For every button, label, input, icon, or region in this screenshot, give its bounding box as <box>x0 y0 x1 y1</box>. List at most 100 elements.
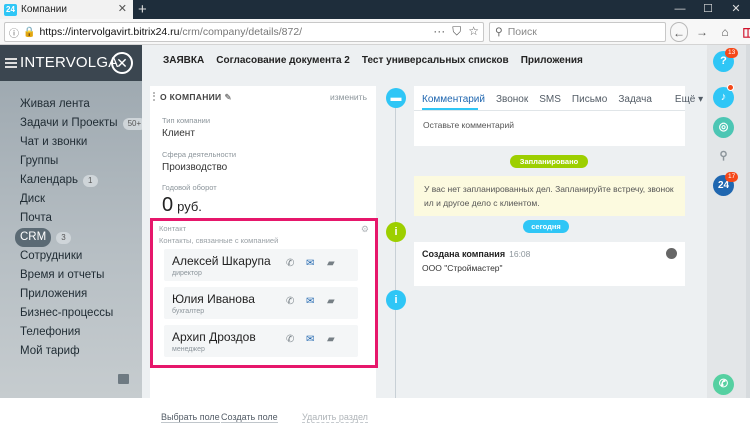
sidebar-item-crm[interactable]: CRM 3 <box>0 228 142 247</box>
tab-email[interactable]: Письмо <box>572 94 607 105</box>
scrollbar[interactable] <box>746 45 750 398</box>
field-value: Производство <box>162 162 228 173</box>
sidebar-item-plan[interactable]: Мой тариф <box>0 342 142 361</box>
tab-task[interactable]: Задача <box>618 94 652 105</box>
create-field-link[interactable]: Создать поле <box>221 412 278 423</box>
brand-logo[interactable]: INTERVOLGA <box>20 54 118 71</box>
tab-doc-approval[interactable]: Согласование документа 2 <box>216 55 350 66</box>
contact-card[interactable]: Алексей Шкарупа директор ✆ ✉ ▰ <box>164 249 358 281</box>
chat-icon[interactable]: ▰ <box>327 334 335 345</box>
sidebar-item-label: Бизнес-процессы <box>20 307 114 319</box>
mail-icon[interactable]: ✉ <box>306 296 314 307</box>
sidebar-item-bizproc[interactable]: Бизнес-процессы <box>0 304 142 323</box>
sidebar-item-label: Календарь <box>20 174 79 186</box>
activity-tabs: Комментарий Звонок SMS Письмо Задача Ещё… <box>422 94 703 105</box>
info-icon: i <box>386 222 406 242</box>
search-icon: ⚲ <box>495 26 503 38</box>
revenue-value: 0 руб. <box>162 194 217 217</box>
section-title: О КОМПАНИИ ✎ <box>160 92 232 103</box>
forward-icon[interactable]: → <box>693 22 711 42</box>
search-field[interactable]: ⚲ Поиск <box>489 22 666 42</box>
mail-icon[interactable]: ✉ <box>306 258 314 269</box>
phone-call-icon[interactable]: ✆ <box>713 374 734 395</box>
home-icon[interactable]: ⌂ <box>716 22 734 42</box>
url-path: /crm/company/details/872/ <box>179 26 303 38</box>
help-counter: 13 <box>725 48 739 58</box>
sidebar-item-apps[interactable]: Приложения <box>0 285 142 304</box>
contact-card[interactable]: Юлия Иванова бухгалтер ✆ ✉ ▰ <box>164 287 358 319</box>
chat-icon[interactable]: ▰ <box>327 258 335 269</box>
close-icon[interactable]: ✕ <box>111 52 133 74</box>
pocket-icon[interactable]: ◫ <box>739 22 750 42</box>
sidebar-item-groups[interactable]: Группы <box>0 152 142 171</box>
comment-input[interactable]: Оставьте комментарий <box>423 120 514 130</box>
pencil-icon[interactable]: ✎ <box>224 92 231 102</box>
close-tab-icon[interactable]: ✕ <box>118 2 127 15</box>
sidebar-item-employees[interactable]: Сотрудники <box>0 247 142 266</box>
more-dots-icon[interactable]: ··· <box>433 24 445 39</box>
messenger-icon[interactable]: ◎ <box>713 117 734 138</box>
phone-icon[interactable]: ✆ <box>286 258 294 269</box>
sidebar-item-label: Сотрудники <box>20 250 83 262</box>
close-window-icon[interactable]: ✕ <box>722 0 750 19</box>
tab-sms[interactable]: SMS <box>539 94 561 105</box>
new-tab-button[interactable]: + <box>138 0 147 19</box>
back-icon[interactable]: ← <box>670 22 688 42</box>
tab-more[interactable]: Ещё ▾ <box>675 94 703 105</box>
sidebar-item-label: Почта <box>20 212 52 224</box>
tab-request[interactable]: ЗАЯВКА <box>163 55 204 66</box>
sidebar-item-telephony[interactable]: Телефония <box>0 323 142 342</box>
select-field-link[interactable]: Выбрать поле <box>161 412 220 423</box>
info-icon[interactable]: ⓘ <box>9 25 19 40</box>
sidebar-item-disk[interactable]: Диск <box>0 190 142 209</box>
delete-section-link[interactable]: Удалить раздел <box>302 412 368 423</box>
address-bar[interactable]: ⓘ 🔒 https://intervolgavirt.bitrix24.ru /… <box>4 22 484 42</box>
sidebar-item-calendar[interactable]: Календарь 1 <box>0 171 142 190</box>
sidebar-item-feed[interactable]: Живая лента <box>0 95 142 114</box>
sidebar-item-label: Диск <box>20 193 45 205</box>
contact-card[interactable]: Архип Дроздов менеджер ✆ ✉ ▰ <box>164 325 358 357</box>
search-icon[interactable]: ⚲ <box>713 146 734 167</box>
chevron-down-icon: ▾ <box>695 94 704 105</box>
timeline-event[interactable]: Создана компания 16:08 ООО "Строймастер" <box>414 242 685 286</box>
sidebar-item-label: Время и отчеты <box>20 269 105 281</box>
sidebar-item-time[interactable]: Время и отчеты <box>0 266 142 285</box>
phone-icon[interactable]: ✆ <box>286 334 294 345</box>
info-icon: i <box>386 290 406 310</box>
change-link[interactable]: изменить <box>330 92 367 102</box>
event-title-text: Создана компания <box>422 249 506 259</box>
tab-applications[interactable]: Приложения <box>521 55 583 66</box>
contact-name[interactable]: Алексей Шкарупа <box>172 254 271 268</box>
right-rail: ? 13 ♪ ◎ ⚲ 24 17 ✆ <box>707 45 750 398</box>
planned-text: У вас нет запланированных дел. Запланиру… <box>424 184 674 208</box>
address-tools: ··· ⛉ ☆ <box>433 24 479 39</box>
contact-name[interactable]: Юлия Иванова <box>172 292 255 306</box>
tab-call[interactable]: Звонок <box>496 94 528 105</box>
tab-universal-lists[interactable]: Тест универсальных списков <box>362 55 509 66</box>
phone-icon[interactable]: ✆ <box>286 296 294 307</box>
contact-section: Контакт Контакты, связанные с компанией … <box>150 218 378 368</box>
search-placeholder: Поиск <box>507 26 537 38</box>
revenue-field: Годовой оборот 0 руб. <box>162 183 217 217</box>
gear-icon[interactable]: ⚙ <box>361 224 369 235</box>
tab-comment[interactable]: Комментарий <box>422 94 485 105</box>
sidebar-item-mail[interactable]: Почта <box>0 209 142 228</box>
printer-icon[interactable] <box>118 374 129 384</box>
browser-tab[interactable]: 24 Компании ✕ <box>0 0 133 19</box>
star-icon[interactable]: ☆ <box>468 24 479 39</box>
maximize-icon[interactable]: ☐ <box>694 0 722 19</box>
mail-icon[interactable]: ✉ <box>306 334 314 345</box>
sidebar-menu: Живая лента Задачи и Проекты 50+ Чат и зв… <box>0 95 147 361</box>
chat-icon[interactable]: ▰ <box>327 296 335 307</box>
contact-name[interactable]: Архип Дроздов <box>172 330 256 344</box>
browser-navbar: ⓘ 🔒 https://intervolgavirt.bitrix24.ru /… <box>0 19 750 45</box>
sidebar-item-label: Задачи и Проекты <box>20 117 118 129</box>
sidebar-item-chat[interactable]: Чат и звонки <box>0 133 142 152</box>
counter-badge: 1 <box>83 174 98 187</box>
hamburger-icon[interactable] <box>5 58 17 68</box>
sidebar-item-tasks[interactable]: Задачи и Проекты 50+ <box>0 114 147 133</box>
drag-handle-icon[interactable] <box>153 92 157 101</box>
bookmark-shield-icon[interactable]: ⛉ <box>452 24 461 39</box>
field-label: Годовой оборот <box>162 183 217 192</box>
minimize-icon[interactable]: — <box>666 0 694 19</box>
